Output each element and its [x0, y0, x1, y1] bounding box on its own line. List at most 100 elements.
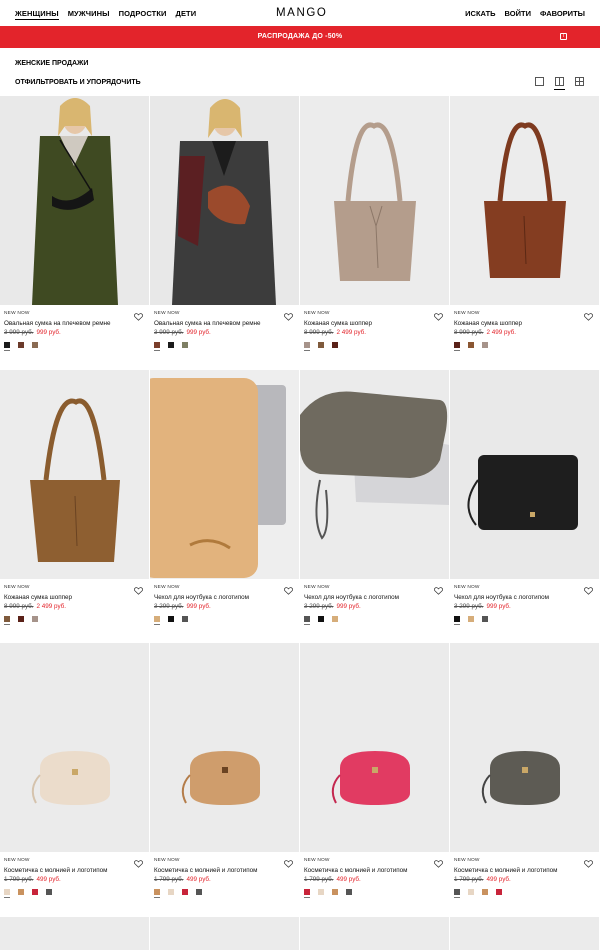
product-image[interactable]	[150, 917, 299, 950]
product-card[interactable]: NEW NOW Овальная сумка на плечевом ремне 3…	[150, 96, 299, 366]
color-swatch[interactable]	[332, 616, 338, 622]
info-icon[interactable]: i	[560, 33, 567, 40]
product-image[interactable]	[450, 643, 599, 852]
product-card[interactable]: NEW NOW Овальная сумка на плечевом ремне 3…	[0, 96, 149, 366]
product-card[interactable]: NEW NOW Косметичка с молнией и логотипом 1…	[150, 643, 299, 913]
color-swatch[interactable]	[168, 889, 174, 895]
product-card[interactable]	[300, 917, 449, 950]
heart-icon[interactable]	[134, 855, 143, 868]
color-swatch[interactable]	[196, 889, 202, 895]
product-card[interactable]	[450, 917, 599, 950]
color-swatch[interactable]	[454, 342, 460, 351]
product-name[interactable]: Косметичка с молнией и логотипом	[4, 867, 107, 874]
product-name[interactable]: Косметичка с молнией и логотипом	[454, 867, 557, 874]
product-name[interactable]: Косметичка с молнией и логотипом	[304, 867, 407, 874]
product-name[interactable]: Кожаная сумка шоппер	[4, 594, 72, 601]
color-swatch[interactable]	[468, 616, 474, 622]
view-one-column-button[interactable]	[535, 77, 544, 86]
product-name[interactable]: Кожаная сумка шоппер	[304, 320, 372, 327]
product-image[interactable]	[300, 96, 449, 305]
product-name[interactable]: Косметичка с молнией и логотипом	[154, 867, 257, 874]
product-name[interactable]: Овальная сумка на плечевом ремне	[4, 320, 111, 327]
product-card[interactable]: NEW NOW Косметичка с молнией и логотипом 1…	[300, 643, 449, 913]
color-swatch[interactable]	[168, 342, 174, 348]
product-image[interactable]	[300, 643, 449, 852]
color-swatch[interactable]	[318, 342, 324, 348]
heart-icon[interactable]	[434, 582, 443, 595]
product-image[interactable]	[450, 917, 599, 950]
product-image[interactable]	[300, 917, 449, 950]
color-swatch[interactable]	[18, 889, 24, 895]
nav-kids[interactable]: ДЕТИ	[176, 9, 197, 20]
product-card[interactable]	[150, 917, 299, 950]
color-swatch[interactable]	[46, 889, 52, 895]
product-image[interactable]	[0, 917, 149, 950]
heart-icon[interactable]	[584, 308, 593, 321]
nav-teens[interactable]: ПОДРОСТКИ	[119, 9, 167, 20]
color-swatch[interactable]	[468, 889, 474, 895]
color-swatch[interactable]	[154, 616, 160, 625]
product-image[interactable]	[150, 96, 299, 305]
favorites-link[interactable]: ФАВОРИТЫ	[540, 9, 585, 18]
product-card[interactable]: NEW NOW Чехол для ноутбука с логотипом 3 2…	[300, 370, 449, 640]
product-image[interactable]	[450, 370, 599, 579]
product-image[interactable]	[450, 96, 599, 305]
heart-icon[interactable]	[434, 308, 443, 321]
brand-logo[interactable]: MANGO	[276, 7, 327, 19]
product-name[interactable]: Кожаная сумка шоппер	[454, 320, 522, 327]
product-card[interactable]	[0, 917, 149, 950]
product-name[interactable]: Чехол для ноутбука с логотипом	[304, 594, 399, 601]
product-card[interactable]: NEW NOW Кожаная сумка шоппер 8 999 руб. 2 4…	[300, 96, 449, 366]
color-swatch[interactable]	[468, 342, 474, 348]
color-swatch[interactable]	[482, 616, 488, 622]
product-card[interactable]: NEW NOW Чехол для ноутбука с логотипом 3 2…	[150, 370, 299, 640]
nav-women[interactable]: ЖЕНЩИНЫ	[15, 9, 59, 20]
color-swatch[interactable]	[154, 342, 160, 351]
heart-icon[interactable]	[584, 582, 593, 595]
color-swatch[interactable]	[346, 889, 352, 895]
heart-icon[interactable]	[134, 582, 143, 595]
color-swatch[interactable]	[32, 342, 38, 348]
search-link[interactable]: ИСКАТЬ	[465, 9, 495, 18]
color-swatch[interactable]	[18, 342, 24, 348]
color-swatch[interactable]	[32, 889, 38, 895]
color-swatch[interactable]	[182, 889, 188, 895]
product-card[interactable]: NEW NOW Чехол для ноутбука с логотипом 3 2…	[450, 370, 599, 640]
color-swatch[interactable]	[4, 616, 10, 625]
product-name[interactable]: Овальная сумка на плечевом ремне	[154, 320, 261, 327]
color-swatch[interactable]	[496, 889, 502, 895]
product-image[interactable]	[150, 370, 299, 579]
color-swatch[interactable]	[318, 616, 324, 622]
color-swatch[interactable]	[182, 616, 188, 622]
product-image[interactable]	[0, 643, 149, 852]
product-card[interactable]: NEW NOW Косметичка с молнией и логотипом 1…	[0, 643, 149, 913]
product-card[interactable]: NEW NOW Кожаная сумка шоппер 8 999 руб. 2 4…	[0, 370, 149, 640]
filter-sort-button[interactable]: ОТФИЛЬТРОВАТЬ И УПОРЯДОЧИТЬ	[15, 79, 141, 86]
color-swatch[interactable]	[454, 616, 460, 625]
color-swatch[interactable]	[4, 342, 10, 351]
color-swatch[interactable]	[332, 342, 338, 348]
color-swatch[interactable]	[304, 889, 310, 898]
view-four-columns-button[interactable]	[575, 77, 584, 86]
login-link[interactable]: ВОЙТИ	[505, 9, 531, 18]
product-name[interactable]: Чехол для ноутбука с логотипом	[154, 594, 249, 601]
color-swatch[interactable]	[154, 889, 160, 898]
heart-icon[interactable]	[584, 855, 593, 868]
color-swatch[interactable]	[18, 616, 24, 622]
color-swatch[interactable]	[4, 889, 10, 898]
color-swatch[interactable]	[482, 342, 488, 348]
color-swatch[interactable]	[182, 342, 188, 348]
sale-banner[interactable]: РАСПРОДАЖА ДО -50% i	[0, 26, 600, 48]
product-image[interactable]	[0, 370, 149, 579]
color-swatch[interactable]	[318, 889, 324, 895]
product-card[interactable]: NEW NOW Косметичка с молнией и логотипом 1…	[450, 643, 599, 913]
color-swatch[interactable]	[304, 616, 310, 625]
color-swatch[interactable]	[454, 889, 460, 898]
product-image[interactable]	[150, 643, 299, 852]
heart-icon[interactable]	[434, 855, 443, 868]
heart-icon[interactable]	[284, 308, 293, 321]
product-image[interactable]	[0, 96, 149, 305]
color-swatch[interactable]	[332, 889, 338, 895]
color-swatch[interactable]	[304, 342, 310, 351]
nav-men[interactable]: МУЖЧИНЫ	[68, 9, 110, 20]
